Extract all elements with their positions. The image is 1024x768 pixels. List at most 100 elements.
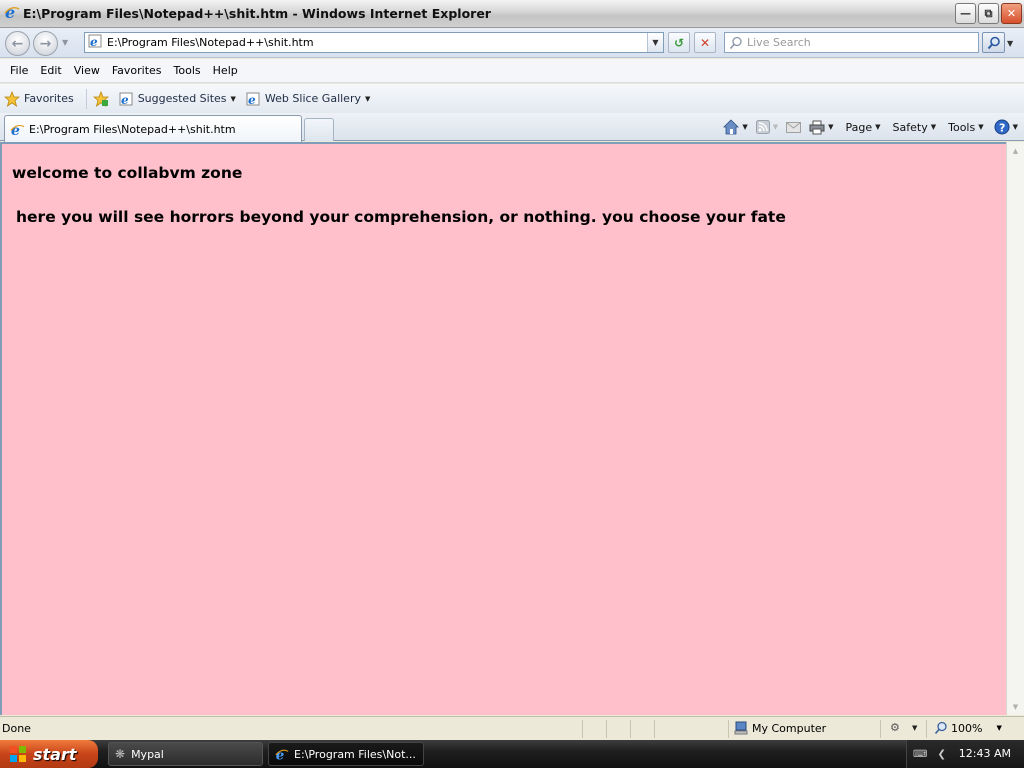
clock[interactable]: 12:43 AM <box>959 747 1011 760</box>
menu-edit[interactable]: Edit <box>34 64 67 77</box>
chevron-down-icon: ▼ <box>930 123 937 131</box>
minimize-button[interactable]: — <box>955 3 976 24</box>
ie-icon: e <box>275 748 289 761</box>
magnifier-icon <box>987 36 1000 49</box>
address-url: E:\Program Files\Notepad++\shit.htm <box>107 36 314 49</box>
search-button[interactable] <box>982 32 1005 53</box>
menu-favorites[interactable]: Favorites <box>106 64 168 77</box>
tab-label: E:\Program Files\Notepad++\shit.htm <box>29 122 236 136</box>
security-zone[interactable]: My Computer <box>734 721 826 735</box>
ie-icon: e <box>4 3 20 23</box>
zoom-control[interactable]: 100% ▼ <box>934 721 1002 735</box>
home-icon <box>723 119 740 135</box>
chevron-down-icon: ▼ <box>742 123 748 131</box>
forward-button[interactable]: → <box>33 31 58 56</box>
status-bar: Done My Computer ⚙ ▼ 100% ▼ <box>0 716 1024 739</box>
address-dropdown-icon[interactable]: ▼ <box>647 33 663 52</box>
printer-icon <box>809 120 825 134</box>
refresh-icon[interactable]: ↺ <box>668 32 690 53</box>
zoom-icon <box>934 721 947 735</box>
home-button[interactable]: ▼ <box>723 119 748 135</box>
print-button[interactable]: ▼ <box>809 120 834 135</box>
chevron-down-icon: ▼ <box>996 724 1002 732</box>
command-bar: ▼ ▼ ▼ Page ▼ Safety ▼ Tools ▼ ? ▼ <box>715 117 1018 137</box>
suggested-sites-link[interactable]: e Suggested Sites ▼ <box>119 92 236 106</box>
menu-tools[interactable]: Tools <box>168 64 207 77</box>
svg-text:e: e <box>90 35 98 48</box>
page-heading: welcome to collabvm zone <box>12 164 243 182</box>
divider <box>880 720 881 738</box>
safety-menu[interactable]: Safety ▼ <box>893 121 937 134</box>
mail-icon <box>786 121 802 133</box>
new-tab-button[interactable] <box>304 118 334 141</box>
separator <box>85 88 87 109</box>
search-input[interactable] <box>747 36 972 49</box>
divider <box>582 720 583 738</box>
menu-bar: File Edit View Favorites Tools Help <box>0 59 1024 83</box>
taskbar-item-label: E:\Program Files\Not... <box>294 747 416 761</box>
page-menu-label: Page <box>845 120 873 134</box>
protected-mode-icon[interactable]: ⚙ <box>890 721 900 734</box>
menu-file[interactable]: File <box>4 64 34 77</box>
tools-menu[interactable]: Tools ▼ <box>948 121 984 134</box>
menu-help[interactable]: Help <box>207 64 244 77</box>
start-label: start <box>33 744 77 764</box>
ie-page-icon: e <box>119 92 133 106</box>
divider <box>606 720 607 738</box>
restore-button[interactable]: ⧉ <box>978 3 999 24</box>
tab-active[interactable]: e E:\Program Files\Notepad++\shit.htm <box>4 115 302 142</box>
chevron-down-icon: ▼ <box>772 123 779 131</box>
stop-icon[interactable]: ✕ <box>694 32 716 53</box>
keyboard-icon[interactable]: ⌨ <box>913 749 927 760</box>
suggested-sites-label: Suggested Sites <box>137 92 227 105</box>
zone-label: My Computer <box>752 721 827 735</box>
safety-menu-label: Safety <box>892 120 928 134</box>
favorites-button[interactable]: Favorites <box>4 90 74 107</box>
add-to-favorites-bar-button[interactable] <box>92 90 109 107</box>
taskbar: start ❋ Mypal e E:\Program Files\Not... … <box>0 740 1024 768</box>
add-favorite-star-icon <box>92 90 109 107</box>
divider <box>654 720 655 738</box>
window-title: E:\Program Files\Notepad++\shit.htm - Wi… <box>23 6 491 21</box>
svg-text:?: ? <box>999 122 1005 135</box>
address-field[interactable]: e E:\Program Files\Notepad++\shit.htm ▼ <box>84 32 664 53</box>
taskbar-item-mypal[interactable]: ❋ Mypal <box>108 742 263 766</box>
recent-pages-dropdown-icon[interactable]: ▼ <box>62 38 68 47</box>
mypal-icon: ❋ <box>115 747 126 761</box>
search-options-dropdown-icon[interactable]: ▼ <box>1007 39 1013 48</box>
search-icon <box>729 36 742 49</box>
chevron-down-icon[interactable]: ▼ <box>912 724 917 732</box>
svg-text:e: e <box>248 93 256 106</box>
title-bar[interactable]: e E:\Program Files\Notepad++\shit.htm - … <box>0 0 1024 28</box>
ie-icon: e <box>10 123 25 137</box>
svg-text:e: e <box>121 93 129 106</box>
scroll-down-icon[interactable]: ▼ <box>1007 698 1024 715</box>
search-field[interactable] <box>724 32 979 53</box>
divider <box>728 720 729 738</box>
menu-view[interactable]: View <box>68 64 106 77</box>
page-icon: e <box>88 34 102 51</box>
scroll-up-icon[interactable]: ▲ <box>1007 142 1024 159</box>
computer-icon <box>734 721 748 735</box>
chevron-down-icon: ▼ <box>978 123 984 131</box>
chevron-down-icon: ▼ <box>364 94 371 103</box>
ie-page-icon: e <box>246 92 260 106</box>
tray-expand-icon[interactable]: ❮ <box>937 749 945 760</box>
help-icon: ? <box>994 119 1010 135</box>
help-button[interactable]: ? ▼ <box>994 119 1018 135</box>
zoom-level: 100% <box>951 721 983 735</box>
divider <box>630 720 631 738</box>
feeds-button[interactable]: ▼ <box>755 120 779 134</box>
rss-feed-icon <box>755 120 770 134</box>
divider <box>926 720 927 738</box>
read-mail-button[interactable] <box>786 121 802 134</box>
start-button[interactable]: start <box>0 740 98 768</box>
taskbar-item-ie[interactable]: e E:\Program Files\Not... <box>268 742 424 766</box>
page-menu[interactable]: Page ▼ <box>846 121 881 134</box>
back-button[interactable]: ← <box>5 31 30 56</box>
web-slice-gallery-link[interactable]: e Web Slice Gallery ▼ <box>246 92 370 106</box>
close-button[interactable]: ✕ <box>1001 3 1022 24</box>
taskbar-item-label: Mypal <box>131 747 164 761</box>
vertical-scrollbar[interactable]: ▲ ▼ <box>1006 142 1024 715</box>
page-content: welcome to collabvm zone here you will s… <box>0 142 1006 715</box>
